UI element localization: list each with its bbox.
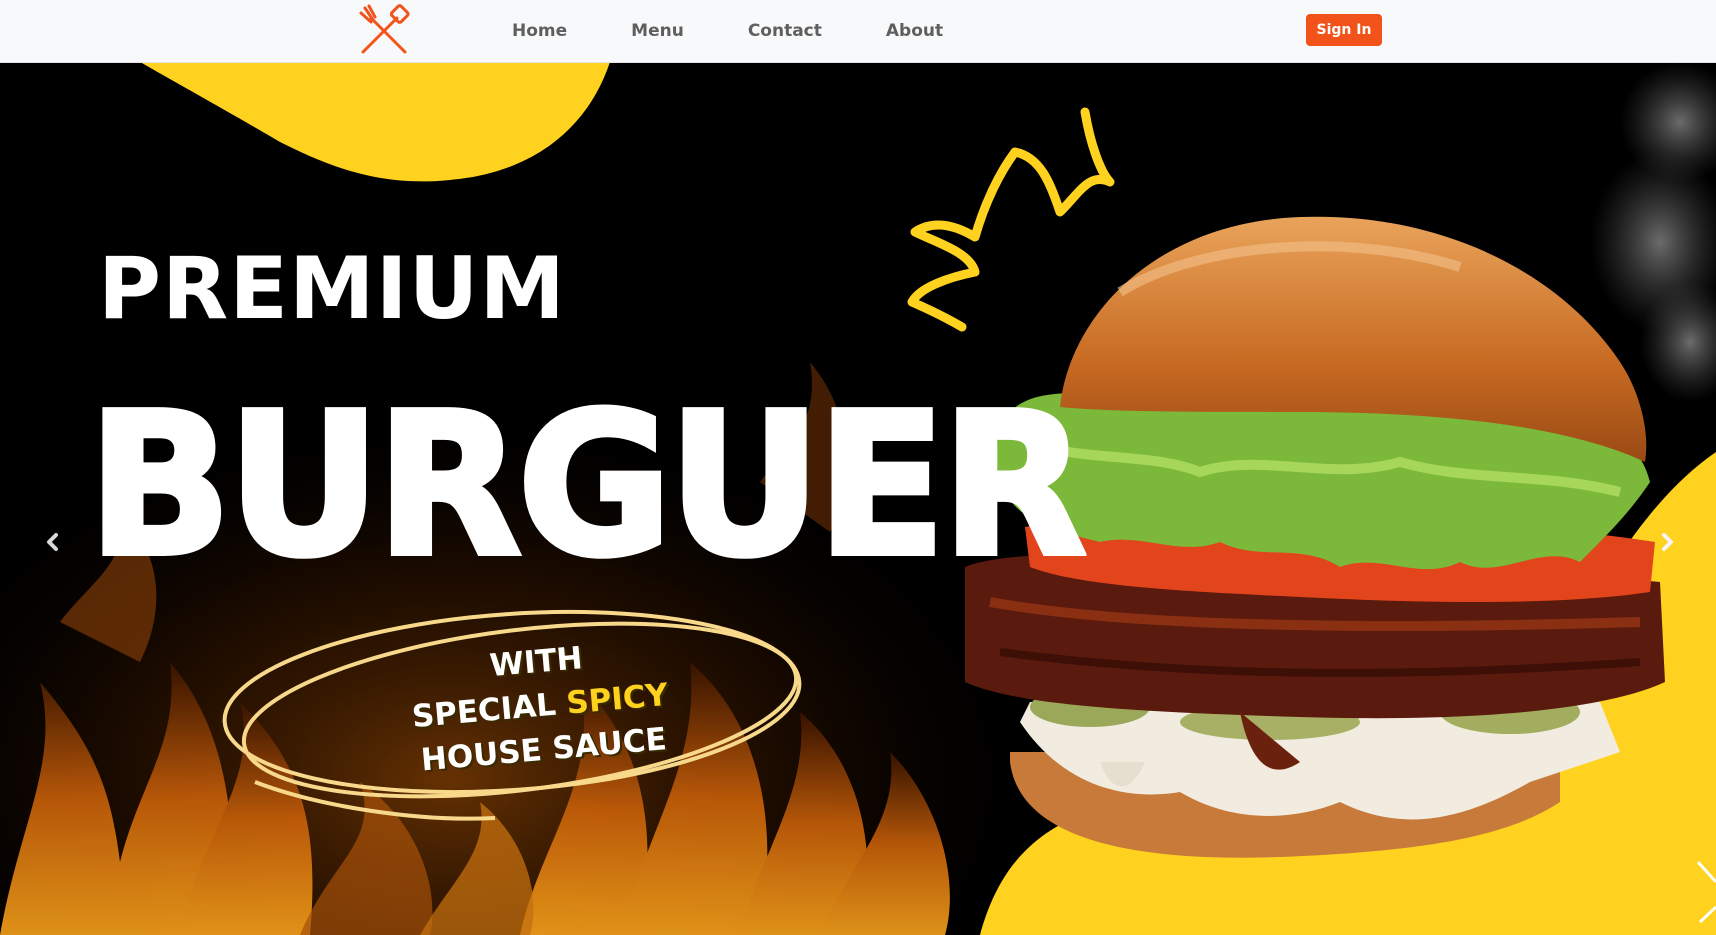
sign-in-button[interactable]: Sign In <box>1306 14 1382 46</box>
hero-tagline: WITH SPECIAL SPICY HOUSE SAUCE <box>375 626 705 785</box>
top-navbar: Home Menu Contact About Sign In <box>0 0 1716 63</box>
hero-burguer-title: BURGUER <box>85 372 1089 600</box>
crossed-fork-spatula-icon[interactable] <box>357 4 413 56</box>
chevron-left-icon[interactable] <box>38 527 68 557</box>
hero-premium-text: PREMIUM <box>98 239 566 339</box>
tagline-spicy: SPICY <box>564 676 670 722</box>
hero-carousel: PREMIUM BURGUER WITH SPECIAL SPICY HOUSE… <box>0 62 1716 935</box>
nav-home-link[interactable]: Home <box>490 21 599 41</box>
nav-contact-link[interactable]: Contact <box>716 21 854 41</box>
chevron-right-icon[interactable] <box>1652 527 1682 557</box>
nav-menu-link[interactable]: Menu <box>599 21 716 41</box>
yellow-blob-top <box>140 62 610 182</box>
main-nav: Home Menu Contact About <box>490 0 975 62</box>
nav-about-link[interactable]: About <box>854 21 975 41</box>
scribble-decoration <box>907 107 1115 332</box>
